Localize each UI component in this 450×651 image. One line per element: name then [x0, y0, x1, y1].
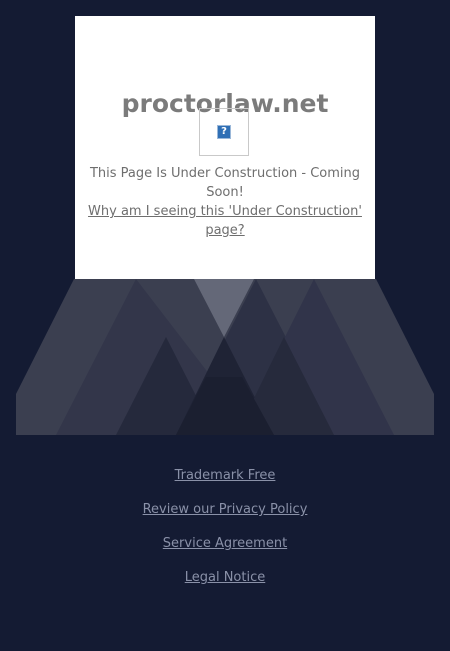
construction-message: This Page Is Under Construction - Coming… — [89, 166, 361, 200]
hero-background — [16, 279, 434, 435]
broken-image-frame: ? — [199, 108, 249, 156]
trademark-free-link[interactable]: Trademark Free — [0, 466, 450, 500]
service-agreement-link[interactable]: Service Agreement — [0, 534, 450, 568]
legal-notice-link[interactable]: Legal Notice — [0, 568, 450, 602]
footer-links: Trademark Free Review our Privacy Policy… — [0, 466, 450, 602]
page: proctorlaw.net ? This Page Is Under Cons… — [0, 0, 450, 651]
broken-image-icon: ? — [217, 125, 231, 139]
construction-card: proctorlaw.net ? This Page Is Under Cons… — [75, 16, 375, 279]
why-construction-link[interactable]: Why am I seeing this 'Under Construction… — [83, 202, 367, 240]
privacy-policy-link[interactable]: Review our Privacy Policy — [0, 500, 450, 534]
